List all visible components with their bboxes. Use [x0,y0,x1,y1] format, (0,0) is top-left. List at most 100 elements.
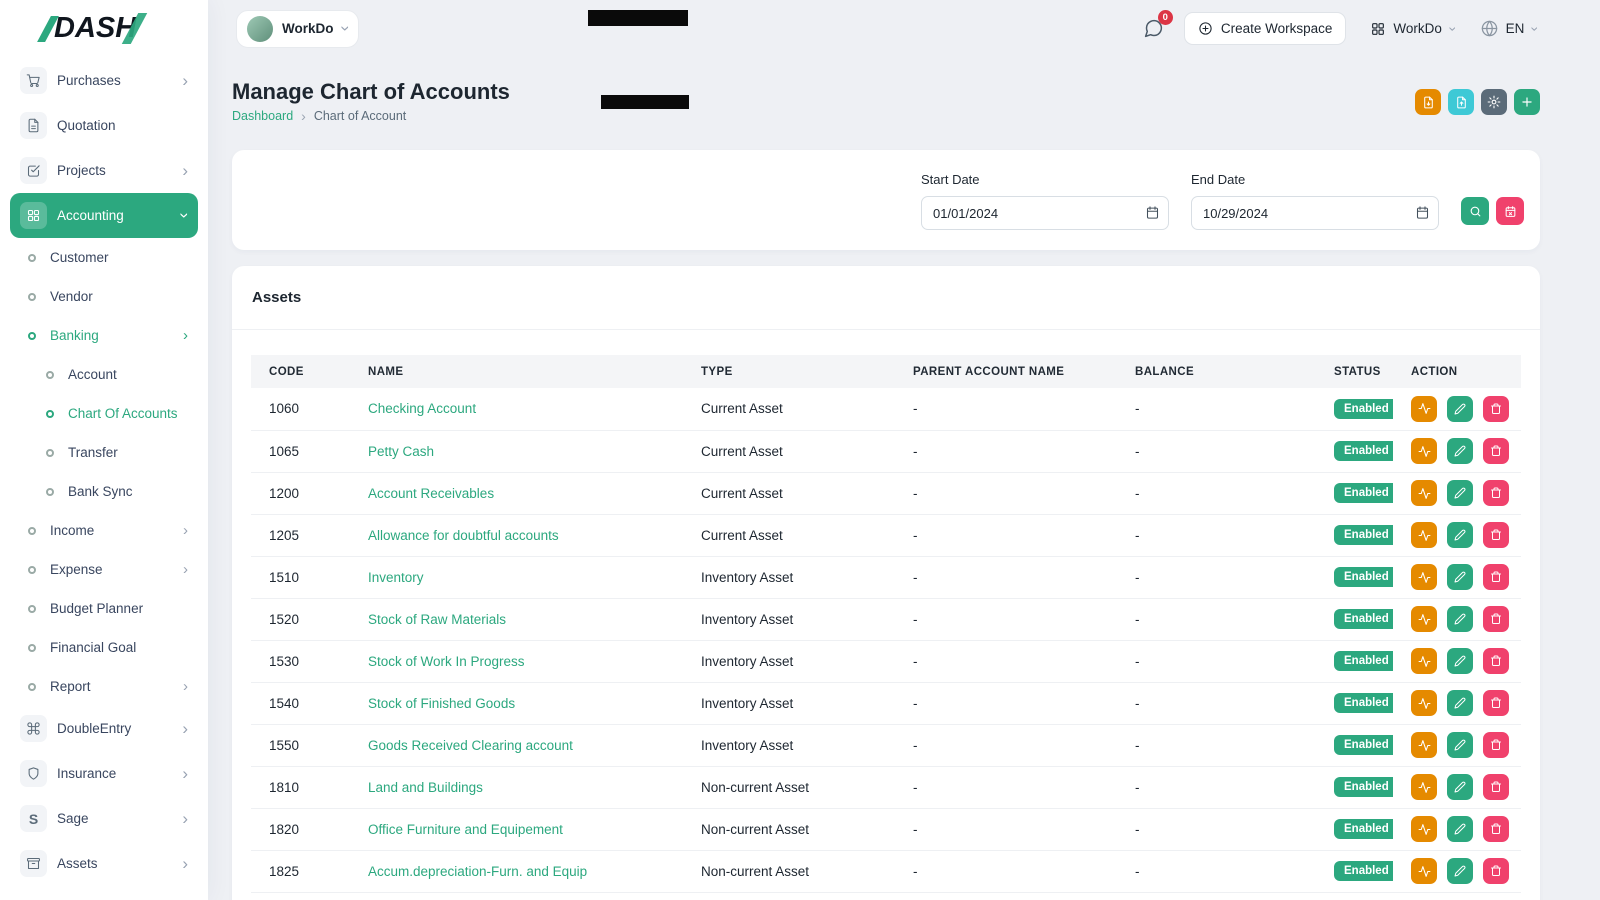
sidebar-item-purchases[interactable]: Purchases › [10,58,198,103]
account-name-link[interactable]: Inventory [368,570,424,585]
section-title: Assets [252,289,301,306]
sidebar-item-banking[interactable]: Banking › [10,316,198,355]
account-name-link[interactable]: Stock of Work In Progress [368,654,525,669]
account-name-link[interactable]: Accum.depreciation-Furn. and Equip [368,864,587,879]
status-badge: Enabled [1334,399,1393,419]
sidebar-item-account[interactable]: Account [10,355,198,394]
account-balance: - [1117,388,1316,430]
sidebar-item-budget-planner[interactable]: Budget Planner [10,589,198,628]
sidebar-item-quotation[interactable]: Quotation [10,103,198,148]
sidebar-item-transfer[interactable]: Transfer [10,433,198,472]
breadcrumb-current: Chart of Account [314,109,406,123]
account-code: 1825 [251,850,350,892]
delete-button[interactable] [1483,690,1509,716]
edit-button[interactable] [1447,690,1473,716]
account-name-link[interactable]: Account Receivables [368,486,494,501]
breadcrumb-dashboard-link[interactable]: Dashboard [232,109,293,123]
account-name-link[interactable]: Office Furniture and Equipement [368,822,563,837]
sidebar-item-expense[interactable]: Expense › [10,550,198,589]
activity-icon [1418,402,1431,415]
delete-button[interactable] [1483,732,1509,758]
delete-button[interactable] [1483,774,1509,800]
bullet-icon [28,332,36,340]
add-account-button[interactable] [1514,89,1540,115]
journal-entries-button[interactable] [1411,774,1437,800]
sidebar-item-vendor[interactable]: Vendor [10,277,198,316]
edit-button[interactable] [1447,522,1473,548]
sidebar-item-customer[interactable]: Customer [10,238,198,277]
journal-entries-button[interactable] [1411,648,1437,674]
journal-entries-button[interactable] [1411,690,1437,716]
delete-button[interactable] [1483,858,1509,884]
status-badge: Enabled [1334,651,1393,671]
journal-entries-button[interactable] [1411,438,1437,464]
file-import-button[interactable] [1448,89,1474,115]
delete-button[interactable] [1483,564,1509,590]
edit-button[interactable] [1447,648,1473,674]
calendar-icon[interactable] [1145,205,1160,220]
account-name-link[interactable]: Stock of Raw Materials [368,612,506,627]
account-name-link[interactable]: Checking Account [368,401,476,416]
journal-entries-button[interactable] [1411,564,1437,590]
edit-button[interactable] [1447,858,1473,884]
sidebar-item-report[interactable]: Report › [10,667,198,706]
journal-entries-button[interactable] [1411,732,1437,758]
delete-button[interactable] [1483,648,1509,674]
account-name-link[interactable]: Petty Cash [368,444,434,459]
start-date-input[interactable] [921,196,1169,230]
sidebar-item-projects[interactable]: Projects › [10,148,198,193]
edit-button[interactable] [1447,732,1473,758]
language-menu[interactable]: EN › [1480,19,1538,38]
edit-button[interactable] [1447,774,1473,800]
reset-filter-button[interactable] [1496,197,1524,225]
parent-account-name: - [895,850,1117,892]
search-button[interactable] [1461,197,1489,225]
create-workspace-button[interactable]: Create Workspace [1184,12,1347,45]
edit-button[interactable] [1447,438,1473,464]
sidebar-item-chart-of-accounts[interactable]: Chart Of Accounts [10,394,198,433]
delete-button[interactable] [1483,480,1509,506]
activity-icon [1418,445,1431,458]
journal-entries-button[interactable] [1411,396,1437,422]
journal-entries-button[interactable] [1411,606,1437,632]
edit-button[interactable] [1447,396,1473,422]
sidebar-item-accounting[interactable]: Accounting › [10,193,198,238]
sidebar-item-assets[interactable]: Assets › [10,841,198,886]
account-name-link[interactable]: Goods Received Clearing account [368,738,573,753]
sidebar-item-sage[interactable]: S Sage › [10,796,198,841]
sidebar-item-bank-sync[interactable]: Bank Sync [10,472,198,511]
edit-button[interactable] [1447,606,1473,632]
settings-button[interactable] [1481,89,1507,115]
sidebar-item-financial-goal[interactable]: Financial Goal [10,628,198,667]
journal-entries-button[interactable] [1411,858,1437,884]
delete-button[interactable] [1483,816,1509,842]
bullet-icon [28,683,36,691]
sidebar-item-income[interactable]: Income › [10,511,198,550]
account-name-link[interactable]: Land and Buildings [368,780,483,795]
delete-button[interactable] [1483,438,1509,464]
gear-icon [1487,95,1501,109]
edit-button[interactable] [1447,816,1473,842]
delete-button[interactable] [1483,606,1509,632]
end-date-input[interactable] [1191,196,1439,230]
edit-button[interactable] [1447,564,1473,590]
file-export-button[interactable] [1415,89,1441,115]
journal-entries-button[interactable] [1411,522,1437,548]
sidebar-item-doubleentry[interactable]: DoubleEntry › [10,706,198,751]
filter-card: Start Date End Date [232,150,1540,250]
delete-button[interactable] [1483,522,1509,548]
account-balance: - [1117,640,1316,682]
calendar-icon[interactable] [1415,205,1430,220]
edit-button[interactable] [1447,480,1473,506]
workspace-switcher[interactable]: WorkDo › [236,10,359,48]
delete-button[interactable] [1483,396,1509,422]
trash-icon [1490,571,1502,583]
apps-menu[interactable]: WorkDo › [1370,21,1455,37]
messages-button[interactable]: 0 [1143,18,1164,39]
journal-entries-button[interactable] [1411,816,1437,842]
account-name-link[interactable]: Allowance for doubtful accounts [368,528,559,543]
dash-logo[interactable]: DASH [0,0,208,57]
sidebar-item-insurance[interactable]: Insurance › [10,751,198,796]
account-name-link[interactable]: Stock of Finished Goods [368,696,515,711]
journal-entries-button[interactable] [1411,480,1437,506]
